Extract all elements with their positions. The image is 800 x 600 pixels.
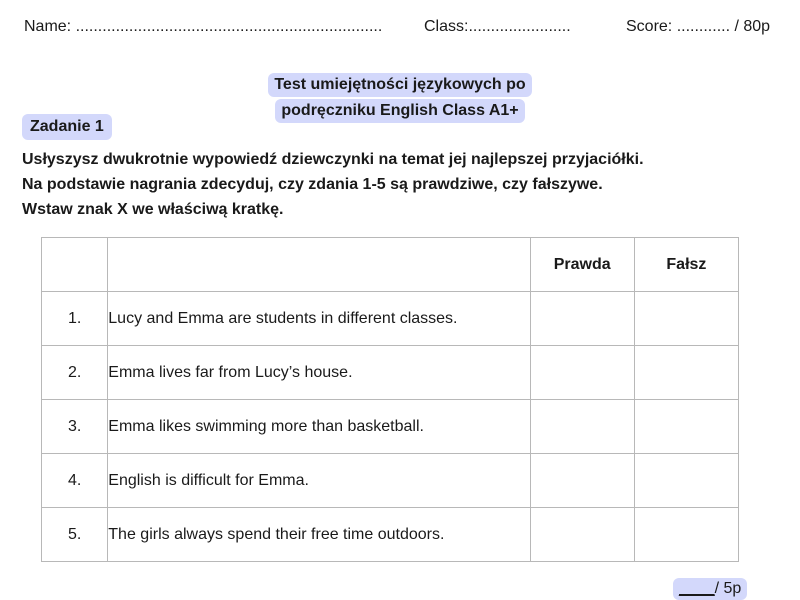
table-row: 3. Emma likes swimming more than basketb… <box>40 399 740 454</box>
row-number: 2. <box>40 345 109 400</box>
row-statement: Emma lives far from Lucy’s house. <box>107 345 531 400</box>
false-checkbox-cell[interactable] <box>633 453 740 508</box>
instruction-line: Na podstawie nagrania zdecyduj, czy zdan… <box>22 176 603 193</box>
instruction-line: Usłyszysz dwukrotnie wypowiedź dziewczyn… <box>22 151 644 168</box>
true-false-table: Prawda Fałsz 1. Lucy and Emma are studen… <box>40 237 740 562</box>
row-statement: Emma likes swimming more than basketball… <box>107 399 531 454</box>
points-blank[interactable]: ____ <box>679 580 715 597</box>
row-statement: The girls always spend their free time o… <box>107 507 531 562</box>
true-checkbox-cell[interactable] <box>529 453 635 508</box>
row-number: 5. <box>40 507 109 562</box>
row-statement: Lucy and Emma are students in different … <box>107 291 531 346</box>
true-checkbox-cell[interactable] <box>529 345 635 400</box>
true-checkbox-cell[interactable] <box>529 399 635 454</box>
name-field[interactable]: Name: ..................................… <box>24 18 382 36</box>
points-max: / 5p <box>714 580 742 597</box>
table-row: 4. English is difficult for Emma. <box>40 453 740 508</box>
table-header-row: Prawda Fałsz <box>40 237 740 292</box>
score-field: Score: ............ / 80p <box>626 18 771 35</box>
table-row: 1. Lucy and Emma are students in differe… <box>40 291 740 346</box>
row-number: 4. <box>40 453 109 508</box>
header-true: Prawda <box>529 237 635 292</box>
row-number: 3. <box>40 399 109 454</box>
true-checkbox-cell[interactable] <box>529 291 635 346</box>
true-checkbox-cell[interactable] <box>529 507 635 562</box>
task-label: Zadanie 1 <box>22 114 112 140</box>
title-line-1: Test umiejętności językowych po <box>268 73 532 97</box>
header-statement <box>107 237 531 292</box>
task-points: ____/ 5p <box>673 578 748 600</box>
table-row: 2. Emma lives far from Lucy’s house. <box>40 345 740 400</box>
header-number <box>40 237 109 292</box>
row-number: 1. <box>40 291 109 346</box>
row-statement: English is difficult for Emma. <box>107 453 531 508</box>
table-row: 5. The girls always spend their free tim… <box>40 507 740 562</box>
false-checkbox-cell[interactable] <box>633 345 740 400</box>
false-checkbox-cell[interactable] <box>633 291 740 346</box>
false-checkbox-cell[interactable] <box>633 507 740 562</box>
header-false: Fałsz <box>633 237 740 292</box>
test-title: Test umiejętności językowych po podręczn… <box>0 73 800 123</box>
class-field[interactable]: Class:....................... <box>424 18 571 36</box>
instruction-line: Wstaw znak X we właściwą kratkę. <box>22 201 284 218</box>
false-checkbox-cell[interactable] <box>633 399 740 454</box>
title-line-2: podręczniku English Class A1+ <box>275 99 525 123</box>
task-instructions: Usłyszysz dwukrotnie wypowiedź dziewczyn… <box>22 147 782 222</box>
